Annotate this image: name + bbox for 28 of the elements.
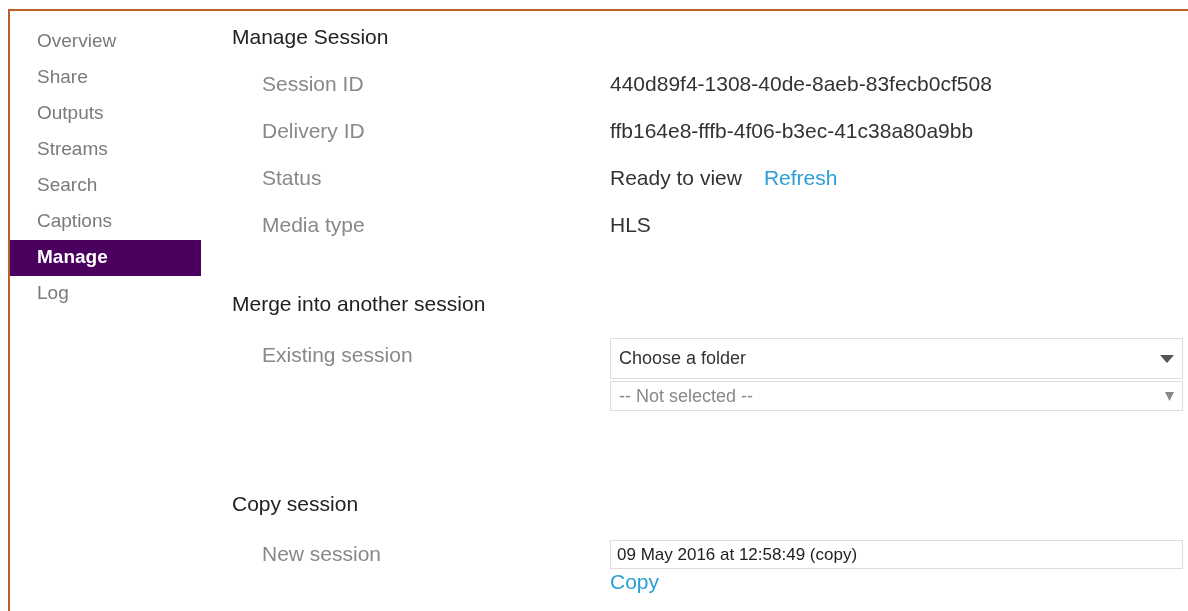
field-label: Delivery ID <box>262 118 366 143</box>
folder-dropdown[interactable]: Choose a folder <box>610 338 1183 379</box>
field-label: Media type <box>262 212 366 237</box>
field-value: 440d89f4-1308-40de-8aeb-83fecb0cf508 <box>610 71 992 96</box>
dropdown-caret-icon <box>1160 354 1174 363</box>
refresh-link[interactable]: Refresh <box>763 165 838 190</box>
session-dropdown[interactable]: -- Not selected -- <box>610 381 1183 411</box>
sidebar-item[interactable]: Log <box>10 276 201 312</box>
sidebar-item[interactable]: Manage <box>10 240 201 276</box>
sidebar-item[interactable]: Share <box>10 60 201 96</box>
field-value: Ready to view <box>610 165 742 190</box>
sidebar-item[interactable]: Outputs <box>10 96 201 132</box>
sidebar-item[interactable]: Search <box>10 168 201 204</box>
field-label: New session <box>262 541 383 566</box>
field-value: ffb164e8-fffb-4f06-b3ec-41c38a80a9bb <box>610 118 974 143</box>
field-value: HLS <box>610 212 651 237</box>
dropdown-caret-icon <box>1165 391 1174 401</box>
sidebar-item[interactable]: Overview <box>10 24 201 60</box>
field-label: Existing session <box>262 342 414 367</box>
session-name-input[interactable]: 09 May 2016 at 12:58:49 (copy) <box>610 540 1183 569</box>
section-title: Manage Session <box>232 24 390 50</box>
section-title: Merge into another session <box>232 291 487 317</box>
section-title: Copy session <box>232 491 360 517</box>
field-label: Session ID <box>262 71 365 96</box>
sidebar-item[interactable]: Captions <box>10 204 201 240</box>
sidebar-item[interactable]: Streams <box>10 132 201 168</box>
copy-link[interactable]: Copy <box>610 569 660 595</box>
field-label: Status <box>262 165 323 190</box>
